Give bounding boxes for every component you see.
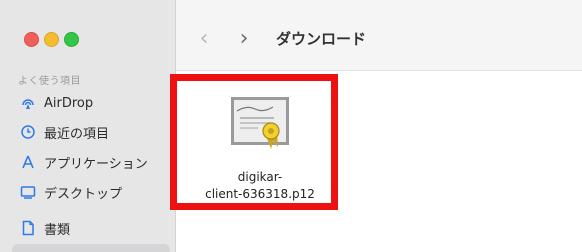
favorites-section-title: よく使う項目 <box>18 76 81 87</box>
sidebar: よく使う項目 AirDrop 最近の項目 アプリケーション デスクトップ 書類 <box>0 0 176 252</box>
sidebar-item-desktop[interactable]: デスクトップ <box>12 181 170 203</box>
highlight-box <box>170 74 338 210</box>
sidebar-item-label: デスクトップ <box>44 186 123 202</box>
minimize-window-button[interactable] <box>44 32 59 47</box>
sidebar-item-recents[interactable]: 最近の項目 <box>12 121 170 143</box>
applications-icon <box>20 154 36 170</box>
airdrop-icon <box>20 95 36 111</box>
finder-window: よく使う項目 AirDrop 最近の項目 アプリケーション デスクトップ 書類 … <box>0 0 582 252</box>
sidebar-item-label: 書類 <box>44 222 71 238</box>
window-title: ダウンロード <box>276 30 367 48</box>
sidebar-item-label: 最近の項目 <box>44 126 110 142</box>
sidebar-item-documents[interactable]: 書類 <box>12 217 170 239</box>
sidebar-item-applications[interactable]: アプリケーション <box>12 151 170 173</box>
forward-button[interactable]: › <box>232 26 256 51</box>
clock-icon <box>20 124 36 140</box>
sidebar-item-airdrop[interactable]: AirDrop <box>12 92 170 114</box>
close-window-button[interactable] <box>24 32 39 47</box>
toolbar: ‹ › ダウンロード <box>176 0 582 71</box>
sidebar-selected-item[interactable] <box>12 244 170 252</box>
back-button[interactable]: ‹ <box>192 26 216 51</box>
zoom-window-button[interactable] <box>64 32 79 47</box>
sidebar-item-label: アプリケーション <box>44 156 148 172</box>
desktop-icon <box>20 184 36 200</box>
sidebar-item-label: AirDrop <box>44 95 94 111</box>
document-icon <box>20 220 36 236</box>
